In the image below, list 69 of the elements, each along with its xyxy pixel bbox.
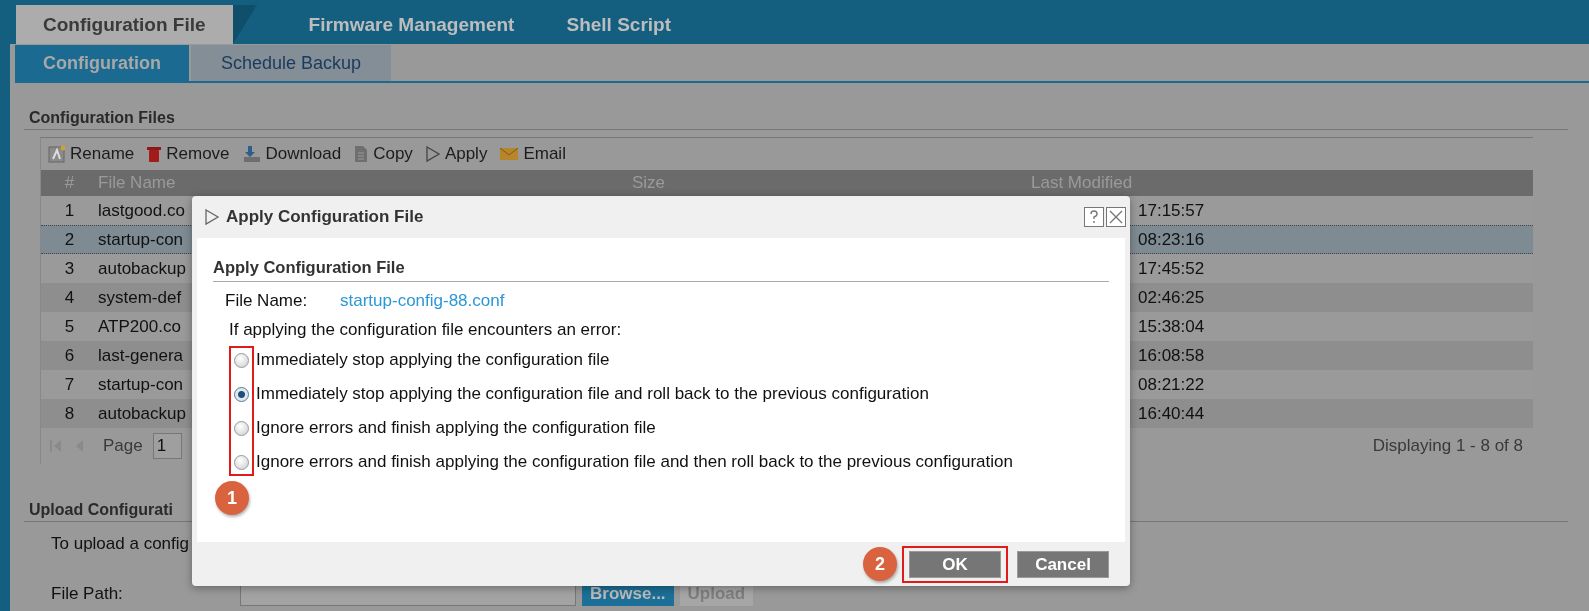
table-cell-text: 6 [63, 345, 76, 366]
table-cell-text: ATP200.co [98, 316, 182, 337]
section-title: Configuration Files [24, 109, 1568, 130]
tab[interactable]: Firmware Management [282, 5, 541, 44]
table-cell: 17:15:57 [1138, 200, 1205, 221]
table-cell: 16:08:58 [1138, 345, 1205, 366]
field-label: File Path: [51, 584, 124, 604]
table-cell-text: 1 [63, 200, 76, 221]
toolbar-button[interactable]: Apply [424, 144, 488, 164]
option-label: Ignore errors and finish applying the configuration file [256, 418, 656, 438]
toolbar-button[interactable]: Download [241, 144, 342, 164]
upload-description: To upload a config [51, 534, 190, 554]
tab[interactable]: Configuration File [16, 5, 233, 44]
tab-corner [232, 5, 257, 44]
tab[interactable]: Shell Script [540, 5, 697, 44]
play-icon [204, 208, 220, 226]
toolbar-button[interactable]: Copy [353, 144, 413, 164]
table-cell: 08:23:16 [1138, 229, 1205, 250]
column-header[interactable]: # [41, 173, 98, 193]
field-label: File Name: [225, 291, 309, 311]
table-cell-text: system-def [98, 287, 183, 308]
radio-button[interactable] [234, 454, 249, 470]
step-badge: 1 [215, 481, 249, 515]
option-label: Ignore errors and finish applying the configuration file and then roll back to the previous configuration [256, 452, 1013, 472]
file-name-link[interactable]: startup-config-88.conf [340, 291, 505, 311]
close-icon[interactable] [1106, 207, 1126, 227]
prompt-text: If applying the configuration file encounters an error: [229, 320, 623, 340]
dialog-button[interactable]: OK [909, 550, 1001, 578]
table-cell-text: startup-con [98, 229, 185, 250]
table-cell: 15:38:04 [1138, 316, 1205, 337]
dialog-title: Apply Configuration File [226, 207, 424, 227]
dialog-button[interactable]: Cancel [1017, 550, 1109, 578]
table-cell-text: autobackup [98, 403, 187, 424]
subtab[interactable]: Configuration [15, 45, 189, 81]
subtab[interactable]: Schedule Backup [191, 45, 391, 81]
envelope-icon [499, 146, 520, 162]
page-summary: Displaying 1 - 8 of 8 [1372, 436, 1523, 456]
option-label: Immediately stop applying the configuration file and roll back to the previous configuration [256, 384, 929, 404]
download-icon [241, 145, 262, 163]
page-field[interactable]: 1 [152, 433, 182, 459]
trash-icon [146, 145, 163, 163]
page-label: Page [103, 436, 143, 456]
document-icon [353, 145, 370, 163]
toolbar-button[interactable]: Remove [146, 144, 230, 164]
step-badge: 2 [863, 547, 897, 581]
table-cell-text: 7 [63, 374, 76, 395]
play-icon [424, 145, 441, 163]
table-cell-text: 3 [63, 258, 76, 279]
table-cell-text: autobackup [98, 258, 187, 279]
table-cell-text: lastgood.co [98, 200, 186, 221]
radio-button[interactable] [234, 352, 249, 368]
radio-button[interactable] [234, 386, 249, 402]
pencil-icon [48, 145, 66, 163]
table-cell-text: last-genera [98, 345, 185, 366]
help-icon[interactable] [1084, 207, 1104, 227]
radio-button[interactable] [234, 420, 249, 436]
section-title: Apply Configuration File [213, 258, 1109, 282]
toolbar-button[interactable]: Rename [48, 144, 135, 164]
table-cell-text: 5 [63, 316, 76, 337]
table-cell: 17:45:52 [1138, 258, 1205, 279]
toolbar-button[interactable]: Email [499, 144, 566, 164]
option-label: Immediately stop applying the configuration file [256, 350, 610, 370]
table-cell: 16:40:44 [1138, 403, 1205, 424]
table-cell-text: startup-con [98, 374, 185, 395]
table-cell: 02:46:25 [1138, 287, 1205, 308]
table-cell: 08:21:22 [1138, 374, 1205, 395]
table-cell-text: 8 [63, 403, 76, 424]
table-cell-text: 2 [63, 229, 76, 250]
table-cell-text: 4 [63, 287, 76, 308]
